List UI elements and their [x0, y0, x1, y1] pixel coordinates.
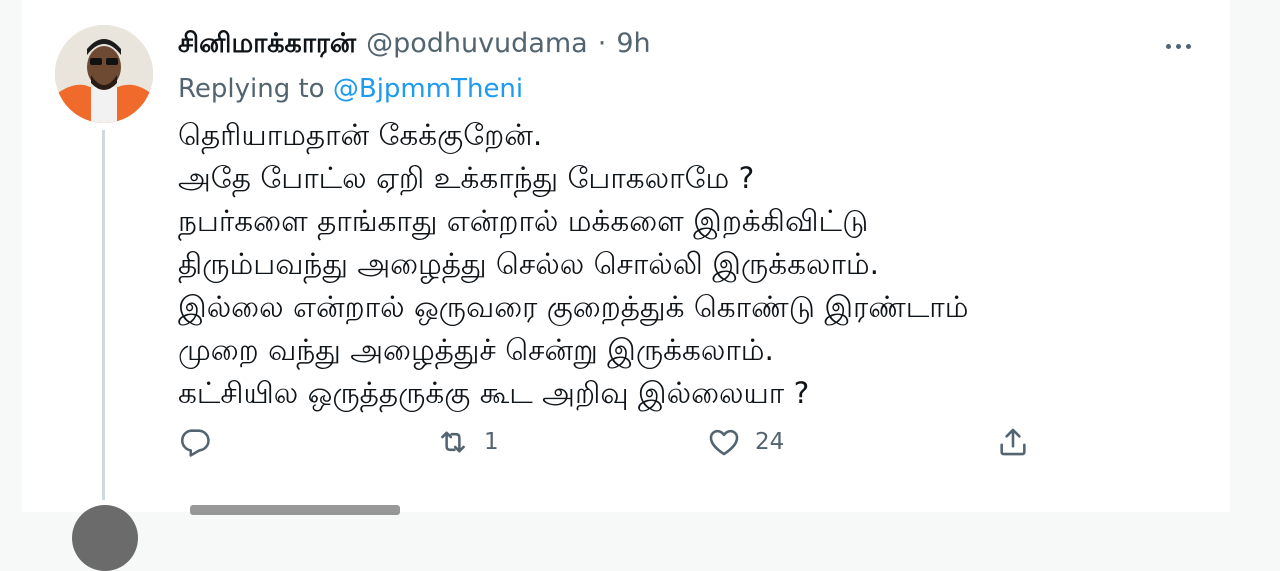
replying-prefix: Replying to	[178, 74, 325, 104]
next-tweet-avatar[interactable]	[72, 505, 138, 571]
replying-to: Replying to @BjpmmTheni	[178, 74, 523, 104]
user-handle[interactable]: @podhuvudama	[366, 28, 588, 59]
timestamp[interactable]: 9h	[616, 28, 650, 59]
retweet-button[interactable]: 1	[436, 422, 499, 462]
like-count: 24	[755, 429, 785, 455]
reply-mention-link[interactable]: @BjpmmTheni	[333, 74, 523, 104]
share-button[interactable]	[996, 422, 1030, 462]
retweet-icon	[441, 431, 465, 453]
tweet-text-line: அதே போட்ல ஏறி உக்காந்து போகலாமே ?	[178, 161, 755, 195]
more-dot	[1185, 43, 1191, 49]
like-button[interactable]: 24	[707, 422, 784, 462]
tweet-text-line: நபர்களை தாங்காது என்றால் மக்களை இறக்கிவி…	[178, 204, 869, 238]
reply-icon	[180, 429, 210, 457]
avatar-image	[55, 25, 153, 123]
share-icon	[1000, 428, 1026, 456]
next-tweet-header	[190, 505, 400, 515]
more-options-icon[interactable]	[1158, 30, 1198, 62]
tweet-text-line: இல்லை என்றால் ஒருவரை குறைத்துக் கொண்டு இ…	[178, 290, 969, 324]
retweet-count: 1	[484, 429, 499, 455]
reply-button[interactable]	[178, 422, 212, 462]
tweet-text-line: திரும்பவந்து அழைத்து செல்ல சொல்லி இருக்க…	[178, 247, 879, 281]
tweet-text-line: தெரியாமதான் கேக்குறேன்.	[178, 118, 543, 152]
tweet-actions: 1 24	[0, 422, 1280, 462]
tweet-text: தெரியாமதான் கேக்குறேன். அதே போட்ல ஏறி உக…	[178, 114, 1178, 415]
tweet-header: சினிமாக்காரன் @podhuvudama · 9h	[178, 28, 651, 68]
avatar[interactable]	[55, 25, 153, 123]
separator-dot: ·	[597, 28, 607, 59]
heart-icon	[709, 429, 739, 456]
tweet-text-line: கட்சியில ஒருத்தருக்கு கூட அறிவு இல்லையா …	[178, 376, 810, 410]
more-dot	[1165, 43, 1171, 49]
tweet-text-line: முறை வந்து அழைத்துச் சென்று இருக்கலாம்.	[178, 333, 774, 367]
more-dot	[1175, 43, 1181, 49]
display-name[interactable]: சினிமாக்காரன்	[178, 28, 356, 63]
